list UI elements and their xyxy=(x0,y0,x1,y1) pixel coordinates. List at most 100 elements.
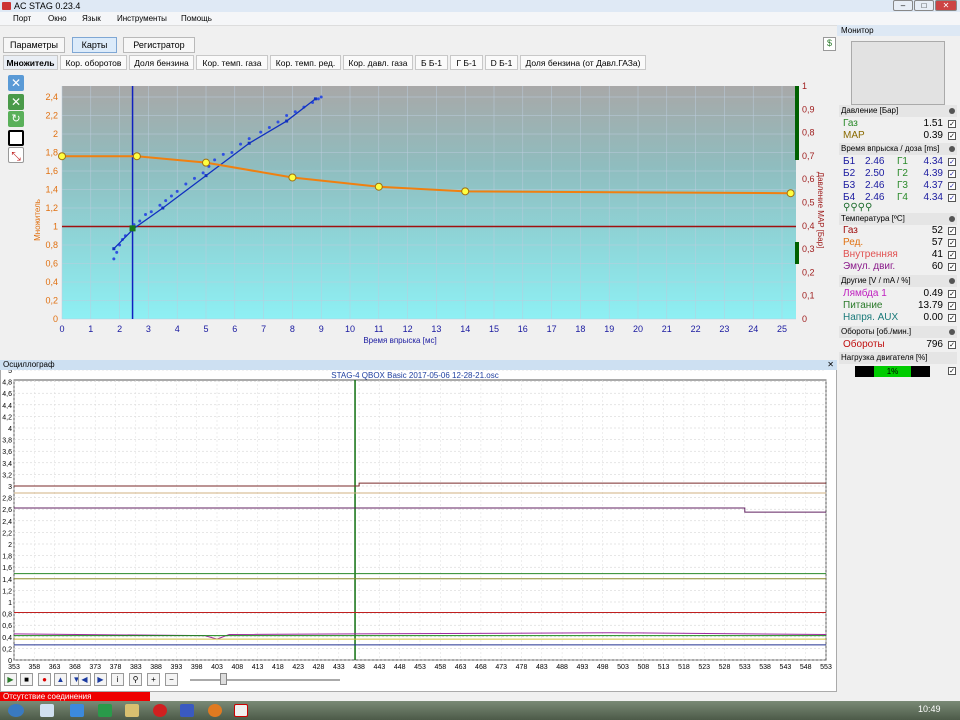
osc-y-tick: 3,8 xyxy=(2,438,12,445)
inj3-check[interactable]: ✓ xyxy=(948,182,956,190)
subtab-bb1[interactable]: Б Б-1 xyxy=(415,55,448,70)
multiplier-point[interactable] xyxy=(461,187,470,196)
y-tick-left: 2,2 xyxy=(45,111,58,121)
monitor-preview xyxy=(851,41,945,105)
multiplier-point[interactable] xyxy=(786,189,795,198)
info-icon[interactable]: i xyxy=(111,673,124,686)
y-tick-right: 0,4 xyxy=(802,221,815,231)
temp-int-check[interactable]: ✓ xyxy=(948,251,956,259)
subtab-gas-press[interactable]: Кор. давл. газа xyxy=(343,55,413,70)
save-icon[interactable] xyxy=(180,704,194,717)
tab-recorder[interactable]: Регистратор xyxy=(123,37,195,53)
tab-maps[interactable]: Карты xyxy=(72,37,117,53)
load-check[interactable]: ✓ xyxy=(948,367,956,375)
multiplier-point[interactable] xyxy=(374,182,383,191)
y-tick-left: 2 xyxy=(53,129,58,139)
folder-icon[interactable] xyxy=(125,704,139,717)
play-icon[interactable]: ▶ xyxy=(4,673,17,686)
excel-icon[interactable] xyxy=(98,704,112,717)
g4-label: Г4 xyxy=(897,192,908,203)
supply-label: Питание xyxy=(843,300,883,311)
inj1-check[interactable]: ✓ xyxy=(948,158,956,166)
x-tick: 16 xyxy=(518,324,528,334)
gas-pressure-check[interactable]: ✓ xyxy=(948,120,956,128)
x-tick: 14 xyxy=(460,324,470,334)
start-icon[interactable] xyxy=(8,704,24,717)
scroll-up-icon[interactable]: ▲ xyxy=(54,673,67,686)
subtab-petrol-share[interactable]: Доля бензина xyxy=(129,55,194,70)
osc-x-tick: 398 xyxy=(191,664,203,671)
opera-icon[interactable] xyxy=(153,704,167,717)
record-icon[interactable]: ● xyxy=(38,673,51,686)
y-tick-left: 0,8 xyxy=(45,240,58,250)
osc-x-tick: 478 xyxy=(516,664,528,671)
aux-label: Напря. AUX xyxy=(843,312,899,323)
firefox-icon[interactable] xyxy=(208,704,222,717)
rpm-check[interactable]: ✓ xyxy=(948,341,956,349)
aux-check[interactable]: ✓ xyxy=(948,314,956,322)
temp-red-label: Ред. xyxy=(843,237,864,248)
maximize-button[interactable]: □ xyxy=(914,0,934,11)
minimize-button[interactable]: – xyxy=(893,0,913,11)
monitor-panel: Монитор Давление [Бар] Газ 1.51 ✓ MAP 0.39 ✓… xyxy=(837,25,960,380)
sample-point xyxy=(213,158,217,162)
oscilloscope-chart[interactable]: STAG-4 QBOX Basic 2017-05-06 12-28-21.os… xyxy=(0,370,836,672)
x-tick: 9 xyxy=(319,324,324,334)
subtab-multiplier[interactable]: Множитель xyxy=(3,55,58,70)
temp-gas-label: Газ xyxy=(843,225,858,236)
menu-port[interactable]: Порт xyxy=(13,12,31,26)
osc-y-tick: 3,4 xyxy=(2,461,12,468)
osc-x-tick: 443 xyxy=(374,664,386,671)
multiplier-point[interactable] xyxy=(58,152,66,161)
stag-icon[interactable] xyxy=(234,704,248,717)
map-chart[interactable]: 0 1 2 3 4 5 6 7 8 9 10 11 12 13 14 15 16 17 18 19 20 21 22 23 24… xyxy=(0,70,836,360)
close-button[interactable]: ✕ xyxy=(935,0,957,11)
osc-slider-track[interactable] xyxy=(190,679,340,681)
oscilloscope-title: Осциллограф xyxy=(3,360,55,369)
stop-icon[interactable]: ■ xyxy=(20,673,33,686)
x-tick: 7 xyxy=(261,324,266,334)
multiplier-point[interactable] xyxy=(132,152,141,161)
inj4-check[interactable]: ✓ xyxy=(948,194,956,202)
osc-y-tick: 0,4 xyxy=(2,635,12,642)
inj2-check[interactable]: ✓ xyxy=(948,170,956,178)
subtab-db1[interactable]: D Б-1 xyxy=(485,55,518,70)
subtab-rpm-corr[interactable]: Кор. оборотов xyxy=(60,55,127,70)
help-icon[interactable]: $ xyxy=(823,37,836,51)
prev-icon[interactable]: ◀ xyxy=(78,673,91,686)
sample-point xyxy=(221,152,225,156)
g2-label: Г2 xyxy=(897,168,908,179)
osc-x-tick: 473 xyxy=(495,664,507,671)
osc-x-tick: 503 xyxy=(617,664,629,671)
subtab-petrol-share-gas[interactable]: Доля бензина (от Давл.ГАЗа) xyxy=(520,55,646,70)
subtab-gb1[interactable]: Г Б-1 xyxy=(450,55,483,70)
subtab-gas-temp[interactable]: Кор. темп. газа xyxy=(196,55,268,70)
menu-language[interactable]: Язык xyxy=(82,12,101,26)
menu-window[interactable]: Окно xyxy=(48,12,67,26)
injection-head: Время впрыска / доза [ms] xyxy=(839,143,957,155)
next-icon[interactable]: ▶ xyxy=(94,673,107,686)
osc-slider-thumb[interactable] xyxy=(220,673,227,685)
osc-close-icon[interactable]: ✕ xyxy=(827,360,834,370)
temp-gas-check[interactable]: ✓ xyxy=(948,227,956,235)
temp-emul-check[interactable]: ✓ xyxy=(948,263,956,271)
osc-x-tick: 498 xyxy=(597,664,609,671)
gas-pressure-value: 1.51 xyxy=(923,118,943,129)
ie-icon[interactable] xyxy=(70,704,84,717)
lambda-check[interactable]: ✓ xyxy=(948,290,956,298)
multiplier-point[interactable] xyxy=(202,158,210,167)
explorer-icon[interactable] xyxy=(40,704,54,717)
zoom-icon[interactable]: ⚲ xyxy=(129,673,142,686)
zoom-out-icon[interactable]: − xyxy=(165,673,178,686)
menu-help[interactable]: Помощь xyxy=(181,12,212,26)
x-tick: 11 xyxy=(374,324,383,334)
multiplier-point[interactable] xyxy=(288,173,297,182)
supply-check[interactable]: ✓ xyxy=(948,302,956,310)
zoom-in-icon[interactable]: + xyxy=(147,673,160,686)
sample-point xyxy=(144,212,148,216)
map-check[interactable]: ✓ xyxy=(948,132,956,140)
tab-parameters[interactable]: Параметры xyxy=(3,37,65,53)
menu-tools[interactable]: Инструменты xyxy=(117,12,167,26)
temp-red-check[interactable]: ✓ xyxy=(948,239,956,247)
subtab-red-temp[interactable]: Кор. темп. ред. xyxy=(270,55,341,70)
